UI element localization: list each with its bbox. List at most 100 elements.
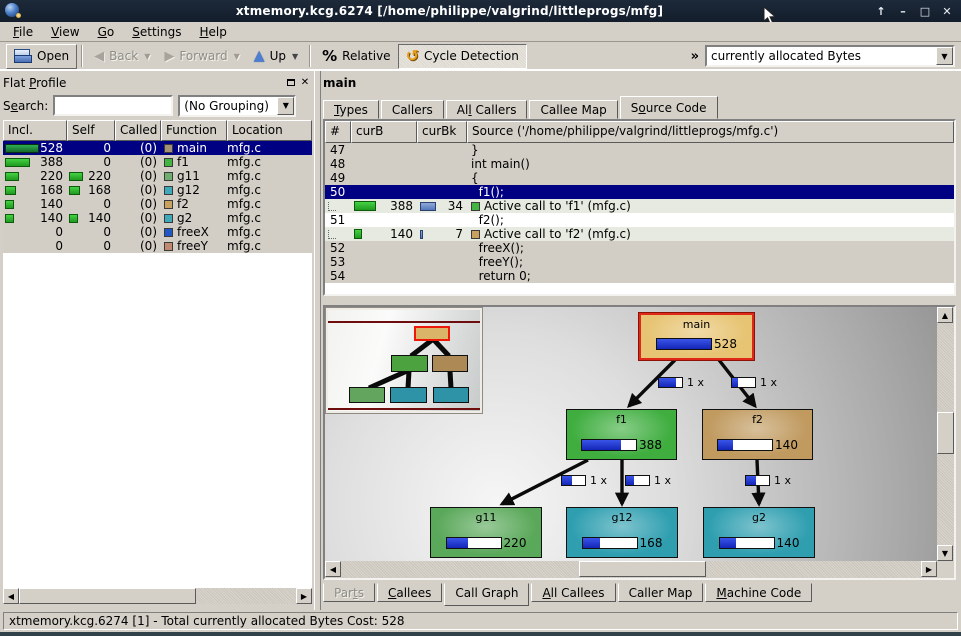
tab-types[interactable]: Types xyxy=(323,100,379,119)
tab-source-code[interactable]: Source Code xyxy=(620,96,718,119)
scroll-up-button[interactable]: ▲ xyxy=(937,307,953,323)
location-cell: mfg.c xyxy=(227,225,312,239)
menu-item-file[interactable]: File xyxy=(4,23,42,41)
tree-branch-icon xyxy=(328,202,336,211)
source-column-header-2[interactable]: curBk xyxy=(417,121,467,143)
call-graph-canvas[interactable]: main528 f1388 f2140 g11220 g12168 g2140 1 x 1 x… xyxy=(325,307,937,561)
scroll-left-button[interactable]: ◀ xyxy=(325,561,341,577)
source-call-row[interactable]: 38834Active call to 'f1' (mfg.c) xyxy=(325,199,954,213)
column-header-location[interactable]: Location xyxy=(227,120,312,141)
graph-node-f2[interactable]: f2140 xyxy=(702,409,813,460)
scroll-thumb[interactable] xyxy=(579,561,707,577)
grouping-combobox[interactable]: (No Grouping) ▼ xyxy=(178,95,296,117)
graph-hscrollbar[interactable]: ◀ ▶ xyxy=(325,561,937,578)
relative-button[interactable]: % Relative xyxy=(315,44,397,69)
up-button[interactable]: ▲ Up ▼ xyxy=(247,44,305,69)
curb-cell: 388 xyxy=(351,199,417,213)
column-header-incl[interactable]: Incl. xyxy=(3,120,67,141)
source-line-54[interactable]: 54 return 0; xyxy=(325,269,954,283)
menu-item-go[interactable]: Go xyxy=(89,23,124,41)
open-button[interactable]: Open xyxy=(6,44,77,69)
source-column-header-0[interactable]: # xyxy=(325,121,351,143)
cycle-detection-button[interactable]: ↺ Cycle Detection xyxy=(398,44,527,69)
table-row-g12[interactable]: 168168(0)g12mfg.c xyxy=(3,183,312,197)
column-header-function[interactable]: Function xyxy=(161,120,227,141)
graph-node-g11[interactable]: g11220 xyxy=(430,507,542,558)
column-header-self[interactable]: Self xyxy=(67,120,115,141)
event-type-dropdown-button[interactable]: ▼ xyxy=(936,47,953,65)
vertical-splitter[interactable] xyxy=(314,71,321,610)
forward-button[interactable]: ▶ Forward ▼ xyxy=(157,44,246,69)
scroll-left-button[interactable]: ◀ xyxy=(3,588,19,604)
back-button[interactable]: ◀ Back ▼ xyxy=(87,44,157,69)
close-button[interactable]: ✕ xyxy=(939,4,955,19)
scroll-track[interactable] xyxy=(937,323,954,545)
menu-item-view[interactable]: View xyxy=(42,23,88,41)
tab-caller-map[interactable]: Caller Map xyxy=(618,583,704,602)
tab-parts[interactable]: Parts xyxy=(323,583,375,602)
source-line-50[interactable]: 50 f1(); xyxy=(325,185,954,199)
table-row-main[interactable]: 5280(0)mainmfg.c xyxy=(3,141,312,155)
source-column-header-3[interactable]: Source ('/home/philippe/valgrind/littlep… xyxy=(467,121,954,143)
tab-callee-map[interactable]: Callee Map xyxy=(529,100,617,119)
table-row-freeY[interactable]: 00(0)freeYmfg.c xyxy=(3,239,312,253)
scroll-right-button[interactable]: ▶ xyxy=(296,588,312,604)
table-row-freeX[interactable]: 00(0)freeXmfg.c xyxy=(3,225,312,239)
call-graph-overview[interactable] xyxy=(326,308,482,413)
graph-node-g2[interactable]: g2140 xyxy=(703,507,815,558)
source-call-row[interactable]: 1407Active call to 'f2' (mfg.c) xyxy=(325,227,954,241)
grouping-dropdown-button[interactable]: ▼ xyxy=(277,97,294,115)
flat-profile-hscrollbar[interactable]: ◀ ▶ xyxy=(3,588,312,604)
scroll-thumb[interactable] xyxy=(937,412,954,454)
graph-node-g12[interactable]: g12168 xyxy=(566,507,678,558)
edge-label-f2-g2[interactable]: 1 x xyxy=(745,474,791,487)
edge-label-main-f1[interactable]: 1 x xyxy=(658,376,704,389)
dock-close-button[interactable]: ✕ xyxy=(298,76,312,89)
source-line-51[interactable]: 51 f2(); xyxy=(325,213,954,227)
source-line-48[interactable]: 48int main() xyxy=(325,157,954,171)
graph-vscrollbar[interactable]: ▲ ▼ xyxy=(937,307,954,561)
source-line-49[interactable]: 49{ xyxy=(325,171,954,185)
tab-all-callees[interactable]: All Callees xyxy=(531,583,615,602)
scroll-track[interactable] xyxy=(341,561,921,578)
maximize-button[interactable]: □ xyxy=(917,4,933,19)
search-input[interactable] xyxy=(53,95,173,116)
incl-cost-bar xyxy=(5,172,19,181)
menu-item-help[interactable]: Help xyxy=(190,23,235,41)
edge-label-f1-g11[interactable]: 1 x xyxy=(561,474,607,487)
title-bar[interactable]: xtmemory.kcg.6274 [/home/philippe/valgri… xyxy=(0,0,961,22)
dock-float-button[interactable] xyxy=(284,76,298,89)
tab-call-graph[interactable]: Call Graph xyxy=(444,583,529,606)
edge-label-f1-g12[interactable]: 1 x xyxy=(625,474,671,487)
edge-call-count: 1 x xyxy=(687,376,704,389)
tab-machine-code[interactable]: Machine Code xyxy=(705,583,812,602)
minimize-button[interactable]: – xyxy=(895,4,911,19)
scroll-right-button[interactable]: ▶ xyxy=(921,561,937,577)
app-icon[interactable] xyxy=(4,2,22,20)
tab-all-callers[interactable]: All Callers xyxy=(446,100,528,119)
source-column-header-1[interactable]: curB xyxy=(351,121,417,143)
source-line-47[interactable]: 47} xyxy=(325,143,954,157)
table-row-f2[interactable]: 1400(0)f2mfg.c xyxy=(3,197,312,211)
tab-callers[interactable]: Callers xyxy=(381,100,444,119)
table-row-f1[interactable]: 3880(0)f1mfg.c xyxy=(3,155,312,169)
scroll-thumb[interactable] xyxy=(19,588,196,604)
edge-label-main-f2[interactable]: 1 x xyxy=(731,376,777,389)
table-row-g2[interactable]: 140140(0)g2mfg.c xyxy=(3,211,312,225)
menu-item-settings[interactable]: Settings xyxy=(123,23,190,41)
scroll-down-button[interactable]: ▼ xyxy=(937,545,953,561)
table-row-g11[interactable]: 220220(0)g11mfg.c xyxy=(3,169,312,183)
graph-node-main[interactable]: main528 xyxy=(639,313,754,360)
graph-node-f1[interactable]: f1388 xyxy=(566,409,677,460)
source-line-53[interactable]: 53 freeY(); xyxy=(325,255,954,269)
shade-button[interactable]: ↑ xyxy=(873,4,889,19)
event-type-combobox[interactable]: currently allocated Bytes ▼ xyxy=(705,45,955,67)
toolbar: Open ◀ Back ▼ ▶ Forward ▼ ▲ Up ▼ % Relat… xyxy=(0,42,961,71)
location-value: mfg.c xyxy=(227,197,261,211)
column-header-called[interactable]: Called xyxy=(115,120,161,141)
tab-callees[interactable]: Callees xyxy=(377,583,442,602)
scroll-track[interactable] xyxy=(19,588,296,604)
toolbar-overflow-chevron[interactable]: » xyxy=(685,49,705,64)
source-line-52[interactable]: 52 freeX(); xyxy=(325,241,954,255)
location-value: mfg.c xyxy=(227,183,261,197)
